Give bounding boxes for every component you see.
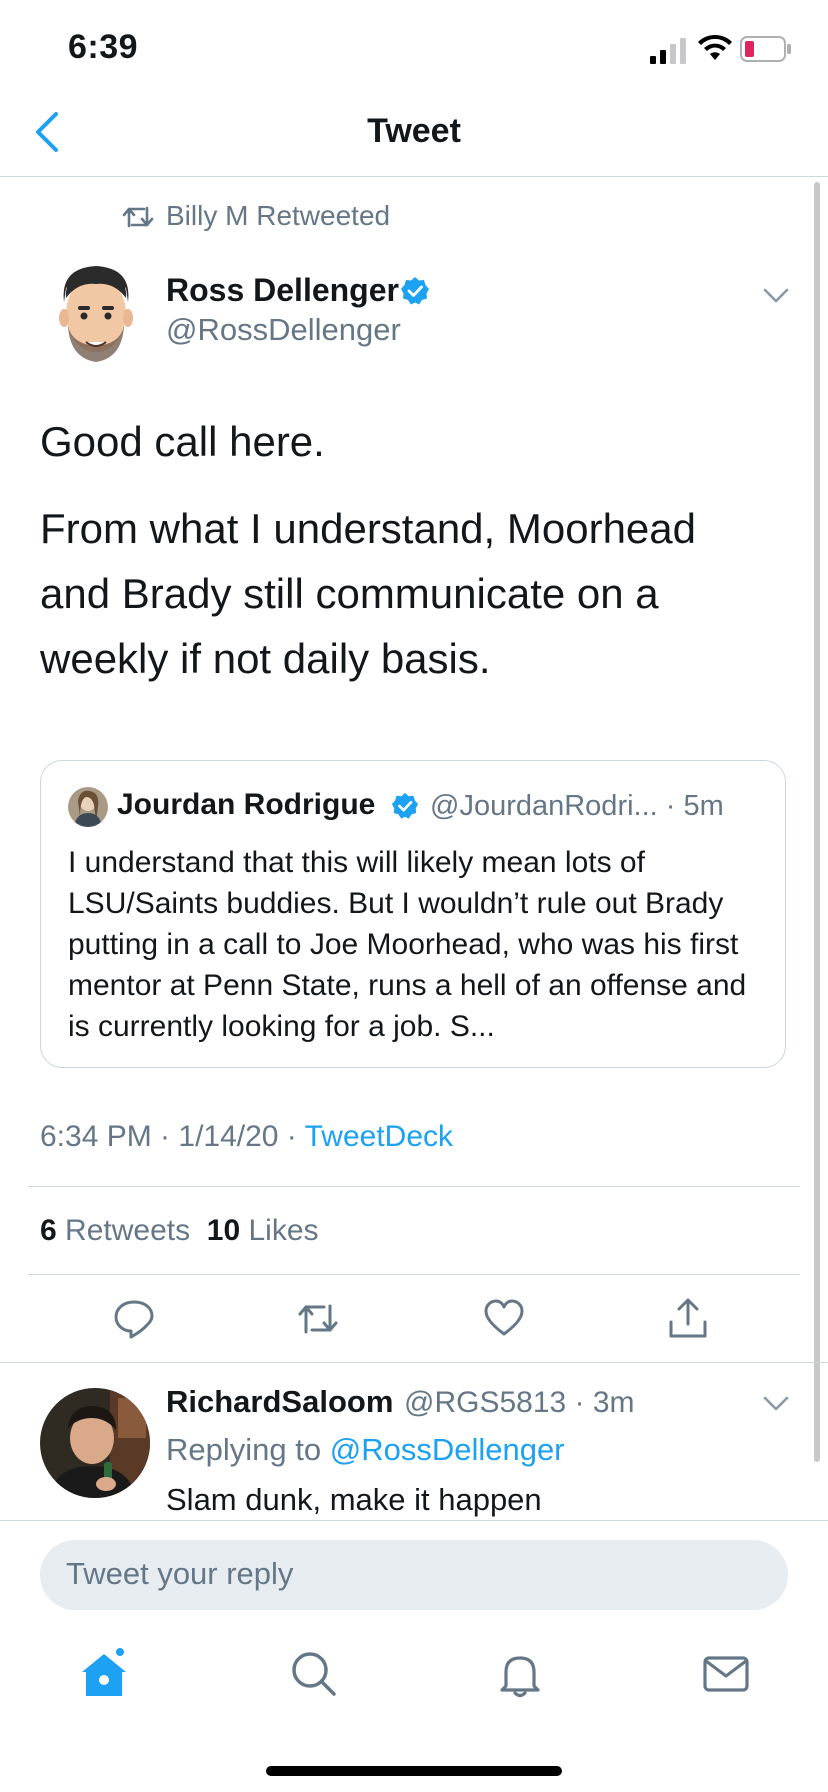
- tweet-timestamp: 6:34 PM · 1/14/20 · TweetDeck: [40, 1120, 453, 1154]
- home-icon[interactable]: [78, 1648, 130, 1700]
- tweet-text-paragraph: From what I understand, Moorhead and Bra…: [40, 505, 697, 682]
- retweet-icon: [122, 206, 154, 228]
- retweeted-by-label[interactable]: Billy M Retweeted: [166, 200, 390, 232]
- stats-divider-bottom: [28, 1274, 800, 1275]
- reply-author-name[interactable]: RichardSaloom: [166, 1384, 393, 1420]
- search-icon[interactable]: [288, 1648, 340, 1700]
- quoted-author-avatar[interactable]: [68, 787, 108, 827]
- author-handle[interactable]: @RossDellenger: [166, 312, 401, 348]
- quoted-time: · 5m: [665, 790, 724, 822]
- timestamp-text: 6:34 PM · 1/14/20 ·: [40, 1120, 305, 1153]
- reply-author-handle-time[interactable]: @RGS5813 · 3m: [404, 1386, 635, 1420]
- stats-divider-top: [28, 1186, 800, 1187]
- cellular-signal-icon: [650, 38, 686, 64]
- author-name[interactable]: Ross Dellenger: [166, 272, 399, 309]
- home-indicator[interactable]: [266, 1766, 562, 1776]
- reply-text: Slam dunk, make it happen: [166, 1482, 542, 1517]
- reply-compose-placeholder[interactable]: Tweet your reply: [66, 1556, 293, 1592]
- bell-icon[interactable]: [494, 1648, 546, 1700]
- replying-prefix: Replying to: [166, 1432, 330, 1467]
- engagement-stats: 6 Retweets 10 Likes: [40, 1214, 319, 1248]
- replying-to-line: Replying to @RossDellenger: [166, 1432, 565, 1468]
- reply-icon[interactable]: [112, 1296, 156, 1340]
- chevron-down-icon[interactable]: [762, 286, 790, 306]
- tweet-text-line1: Good call here.: [40, 418, 325, 465]
- compose-divider: [0, 1520, 828, 1521]
- likes-label[interactable]: Likes: [248, 1214, 318, 1247]
- retweet-action-icon[interactable]: [296, 1296, 340, 1340]
- heart-icon[interactable]: [482, 1296, 526, 1340]
- actions-divider: [0, 1362, 828, 1363]
- nav-divider: [0, 176, 828, 177]
- reply-author-avatar[interactable]: [40, 1388, 150, 1498]
- verified-badge-icon: [401, 277, 429, 305]
- mail-icon[interactable]: [700, 1648, 752, 1700]
- likes-count[interactable]: 10: [207, 1214, 240, 1247]
- wifi-icon: [698, 34, 732, 60]
- scrollbar[interactable]: [814, 182, 820, 1462]
- retweets-label[interactable]: Retweets: [65, 1214, 190, 1247]
- verified-badge-icon: [391, 792, 419, 819]
- quoted-tweet-text: I understand that this will likely mean …: [68, 846, 747, 1043]
- status-time: 6:39: [68, 28, 139, 66]
- quoted-author-handle: @JourdanRodri...: [430, 790, 658, 822]
- quoted-author-name: Jourdan Rodrigue: [117, 788, 376, 821]
- quoted-author-handle-time: @JourdanRodri... · 5m: [430, 790, 724, 823]
- share-icon[interactable]: [666, 1296, 710, 1340]
- author-avatar[interactable]: [50, 258, 142, 370]
- chevron-down-icon[interactable]: [762, 1394, 790, 1414]
- source-link[interactable]: TweetDeck: [305, 1120, 453, 1153]
- replying-mention-link[interactable]: @RossDellenger: [330, 1432, 565, 1467]
- retweets-count[interactable]: 6: [40, 1214, 57, 1247]
- battery-icon: [740, 36, 791, 62]
- page-title: Tweet: [367, 112, 461, 150]
